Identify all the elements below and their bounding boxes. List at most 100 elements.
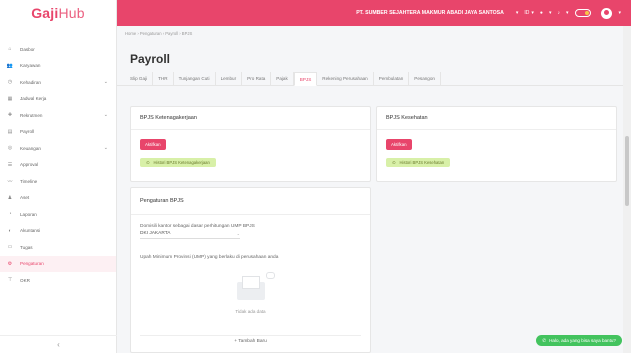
tab-thr[interactable]: THR [153,72,174,85]
sidebar-item-approval[interactable]: ☰ Approval [0,157,116,174]
domicile-select[interactable]: DKI JAKARTA ⌄ [140,229,240,239]
recruit-icon: ✚ [7,112,13,119]
chat-help-button[interactable]: ✆ Halo, ada yang bisa saya bantu? [536,335,622,346]
accounting-icon: ◐ [8,227,12,234]
tab-slip-gaji[interactable]: Slip Gaji [130,72,154,85]
chevron-down-icon[interactable]: ▾ [618,10,621,16]
card-title: Pengaturan BPJS [131,188,370,215]
sidebar-item-jadwal-kerja[interactable]: ▦ Jadwal Kerja [0,91,116,108]
history-label: Histori BPJS Ketenagakerjaan [153,160,210,165]
sidebar-item-label: Dasbor [20,46,35,52]
report-icon: ◔ [8,211,12,218]
scrollbar[interactable] [623,26,631,353]
chevron-down-icon[interactable]: ▾ [566,10,569,16]
bell-icon[interactable]: ♪ [557,10,560,16]
collapse-sidebar-button[interactable]: ‹ [0,335,117,353]
sidebar-item-label: Keuangan [20,145,41,151]
okr-icon: ⊤ [7,277,13,284]
home-icon: ⌂ [8,46,12,53]
sidebar-item-karyawan[interactable]: 👥 Karyawan [0,58,116,75]
sidebar-item-timeline[interactable]: 〰 Timeline [0,173,116,190]
chevron-down-icon: ⌄ [103,112,108,119]
task-icon: ▭ [7,244,13,251]
sidebar-item-label: Akuntansi [20,228,41,234]
empty-box-icon [231,272,275,302]
sidebar-item-dasbor[interactable]: ⌂ Dasbor [0,41,116,58]
sidebar-item-keuangan[interactable]: ◎ Keuangan ⌄ [0,140,116,157]
sidebar-nav: ⌂ Dasbor 👥 Karyawan ◷ Kehadiran ⌄ ▦ Jadwal Kerja… [0,41,116,289]
tab-pajak[interactable]: Pajak [271,72,294,85]
sidebar-item-label: Approval [20,162,39,168]
language-selector[interactable]: ID ▾ [524,10,534,16]
empty-text: Tidak ada data [235,309,266,314]
sidebar-item-rekrutmen[interactable]: ✚ Rekrutmen ⌄ [0,107,116,124]
chevron-down-icon[interactable]: ▾ [549,10,552,16]
sidebar-item-label: Aset [20,195,30,201]
gear-icon: ⚙ [7,260,13,267]
sidebar-item-pengaturan[interactable]: ⚙ Pengaturan [0,255,116,272]
company-name[interactable]: PT. SUMBER SEJAHTERA MAKMUR ABADI JAYA S… [356,10,504,16]
tab-bpjs[interactable]: BPJS [293,72,318,86]
tab-tunjangan-cuti[interactable]: Tunjangan Cuti [174,72,216,85]
sidebar-item-label: OKR [20,277,30,283]
tab-rekening-perusahaan[interactable]: Rekening Perusahaan [317,72,374,85]
domicile-label: Domisili kantor sebagai dasar perhitunga… [140,224,255,229]
empty-state: Tidak ada data [131,272,370,314]
language-label: ID [524,10,530,16]
sidebar-item-aset[interactable]: ♟ Aset [0,190,116,207]
asset-icon: ♟ [7,194,13,201]
bpjs-settings-card: Pengaturan BPJS Domisili kantor sebagai … [130,187,371,353]
sidebar-item-akuntansi[interactable]: ◐ Akuntansi [0,223,116,240]
sidebar-item-label: Rekrutmen [20,112,43,118]
sidebar-item-label: Laporan [20,211,37,217]
tab-pembulatan[interactable]: Pembulatan [374,72,410,85]
calendar-icon: ▦ [7,95,13,102]
brand-part-1: Gaji [31,5,59,21]
brand-logo[interactable]: Gaji Hub [0,0,116,26]
payroll-tabs: Slip Gaji THR Tunjangan Cuti Lembur Pro Rata… [117,72,623,86]
sidebar-item-label: Jadwal Kerja [20,96,47,102]
add-new-button[interactable]: + Tambah Baru [140,335,361,347]
scrollbar-thumb[interactable] [625,136,629,206]
tab-pesangon[interactable]: Pesangon [409,72,441,85]
chevron-down-icon: ⌄ [236,231,240,236]
finance-icon: ◎ [7,145,13,152]
sidebar-item-okr[interactable]: ⊤ OKR [0,272,116,289]
history-label: Histori BPJS Kesehatan [399,160,445,165]
sidebar-item-label: Kehadiran [20,79,41,85]
history-bpjs-kes-button[interactable]: ⊙ Histori BPJS Kesehatan [386,158,451,167]
ump-label: Upah Minimum Provinsi (UMP) yang berlaku… [140,255,279,260]
theme-toggle[interactable] [575,9,592,17]
tab-pro-rata[interactable]: Pro Rata [242,72,272,85]
sidebar: Gaji Hub ⌂ Dasbor 👥 Karyawan ◷ Kehadiran ⌄ ▦ Jadw… [0,0,117,353]
chevron-down-icon: ⌄ [103,145,108,152]
sidebar-item-kehadiran[interactable]: ◷ Kehadiran ⌄ [0,74,116,91]
sidebar-item-label: Timeline [20,178,38,184]
top-header: PT. SUMBER SEJAHTERA MAKMUR ABADI JAYA S… [117,0,631,26]
tab-lembur[interactable]: Lembur [216,72,243,85]
activate-bpjs-tk-button[interactable]: Aktifkan [140,139,166,150]
clock-icon: ◷ [7,79,13,86]
sidebar-item-label: Payroll [20,129,35,135]
card-title: BPJS Ketenagakerjaan [131,107,370,130]
clock-icon: ⊙ [392,160,396,165]
history-bpjs-tk-button[interactable]: ⊙ Histori BPJS Ketenagakerjaan [140,158,216,167]
approval-icon: ☰ [7,161,13,168]
avatar[interactable] [601,7,613,19]
sidebar-item-label: Karyawan [20,63,41,69]
bpjs-ketenagakerjaan-card: BPJS Ketenagakerjaan Aktifkan ⊙ Histori … [130,106,371,182]
chevron-down-icon[interactable]: ▾ [516,10,519,16]
chat-label: Halo, ada yang bisa saya bantu? [549,338,616,343]
chevron-left-icon: ‹ [57,340,60,349]
sidebar-item-laporan[interactable]: ◔ Laporan [0,206,116,223]
chevron-down-icon: ▾ [531,10,534,16]
users-icon: 👥 [6,62,14,69]
timeline-icon: 〰 [7,178,13,185]
page-title: Payroll [130,52,171,66]
help-icon[interactable]: ● [540,10,543,16]
sidebar-item-payroll[interactable]: ▤ Payroll [0,124,116,141]
sidebar-item-tugas[interactable]: ▭ Tugas [0,239,116,256]
bpjs-kesehatan-card: BPJS Kesehatan Aktifkan ⊙ Histori BPJS K… [376,106,617,182]
activate-bpjs-kes-button[interactable]: Aktifkan [386,139,412,150]
domicile-value: DKI JAKARTA [140,231,171,236]
